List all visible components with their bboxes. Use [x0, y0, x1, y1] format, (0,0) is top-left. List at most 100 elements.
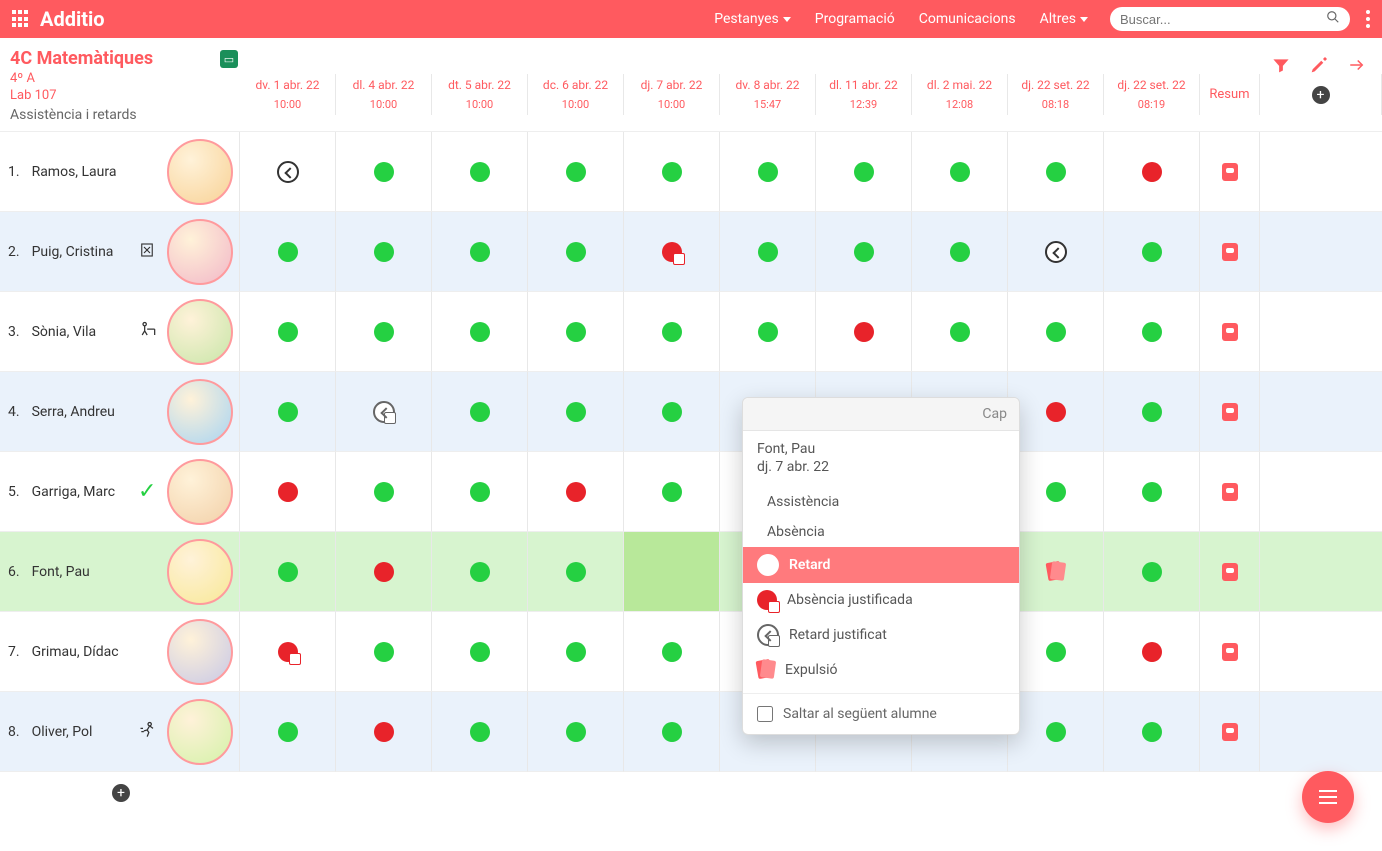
- column-header[interactable]: dc. 6 abr. 2210:00: [528, 74, 624, 115]
- attendance-cell[interactable]: [1104, 292, 1200, 372]
- attendance-cell[interactable]: [528, 212, 624, 292]
- attendance-cell[interactable]: [432, 212, 528, 292]
- summary-card-icon[interactable]: [1222, 483, 1238, 501]
- attendance-cell[interactable]: [528, 132, 624, 212]
- attendance-cell[interactable]: [432, 612, 528, 692]
- summary-card-icon[interactable]: [1222, 563, 1238, 581]
- attendance-cell[interactable]: [240, 212, 336, 292]
- attendance-cell[interactable]: [624, 372, 720, 452]
- attendance-cell[interactable]: [816, 212, 912, 292]
- option-assistencia[interactable]: Assistència: [743, 487, 1019, 517]
- student-name-cell[interactable]: 4.Serra, Andreu: [0, 372, 240, 452]
- attendance-cell[interactable]: [528, 452, 624, 532]
- attendance-cell[interactable]: [336, 532, 432, 612]
- attendance-cell[interactable]: [432, 452, 528, 532]
- attendance-cell[interactable]: [1104, 372, 1200, 452]
- attendance-cell[interactable]: [1104, 692, 1200, 772]
- student-name-cell[interactable]: 3.Sònia, Vila: [0, 292, 240, 372]
- resum-cell[interactable]: [1200, 452, 1260, 532]
- attendance-cell[interactable]: [1008, 532, 1104, 612]
- nav-pestanyes[interactable]: Pestanyes: [702, 11, 803, 27]
- student-name-cell[interactable]: 5.Garriga, Marc✓: [0, 452, 240, 532]
- nav-comunicacions[interactable]: Comunicacions: [907, 11, 1028, 27]
- add-student-button[interactable]: +: [112, 784, 130, 802]
- attendance-cell[interactable]: [1008, 612, 1104, 692]
- attendance-cell[interactable]: [912, 212, 1008, 292]
- attendance-cell[interactable]: [624, 612, 720, 692]
- attendance-cell[interactable]: [336, 132, 432, 212]
- attendance-cell[interactable]: [240, 132, 336, 212]
- attendance-cell[interactable]: [624, 452, 720, 532]
- summary-card-icon[interactable]: [1222, 643, 1238, 661]
- attendance-cell[interactable]: [336, 692, 432, 772]
- column-header[interactable]: dj. 22 set. 2208:19: [1104, 74, 1200, 115]
- summary-card-icon[interactable]: [1222, 243, 1238, 261]
- attendance-cell[interactable]: [624, 292, 720, 372]
- attendance-cell[interactable]: [1104, 132, 1200, 212]
- attendance-cell[interactable]: [912, 292, 1008, 372]
- attendance-cell[interactable]: [240, 692, 336, 772]
- attendance-cell[interactable]: [1008, 692, 1104, 772]
- popover-cap[interactable]: Cap: [743, 398, 1019, 431]
- attendance-cell[interactable]: [720, 212, 816, 292]
- attendance-cell[interactable]: [1104, 212, 1200, 292]
- student-name-cell[interactable]: 7.Grimau, Dídac: [0, 612, 240, 692]
- attendance-cell[interactable]: [1008, 132, 1104, 212]
- option-retard-justificat[interactable]: Retard justificat: [743, 617, 1019, 653]
- search-input[interactable]: [1120, 9, 1326, 30]
- summary-card-icon[interactable]: [1222, 723, 1238, 741]
- summary-card-icon[interactable]: [1222, 323, 1238, 341]
- add-column-button[interactable]: +: [1260, 74, 1382, 115]
- resum-cell[interactable]: [1200, 132, 1260, 212]
- attendance-cell[interactable]: [432, 692, 528, 772]
- attendance-cell[interactable]: [1104, 452, 1200, 532]
- search-icon[interactable]: [1326, 10, 1340, 28]
- attendance-cell[interactable]: [240, 372, 336, 452]
- attendance-cell[interactable]: [240, 612, 336, 692]
- student-name-cell[interactable]: 6.Font, Pau: [0, 532, 240, 612]
- attendance-cell[interactable]: [1104, 532, 1200, 612]
- attendance-cell[interactable]: [432, 292, 528, 372]
- attendance-cell[interactable]: [528, 532, 624, 612]
- nav-altres[interactable]: Altres: [1028, 11, 1100, 27]
- column-header[interactable]: dj. 22 set. 2208:18: [1008, 74, 1104, 115]
- student-name-cell[interactable]: 8.Oliver, Pol: [0, 692, 240, 772]
- attendance-cell[interactable]: [912, 132, 1008, 212]
- student-name-cell[interactable]: 2.Puig, Cristina: [0, 212, 240, 292]
- attendance-cell[interactable]: [336, 292, 432, 372]
- column-header[interactable]: dt. 5 abr. 2210:00: [432, 74, 528, 115]
- resum-cell[interactable]: [1200, 692, 1260, 772]
- attendance-cell[interactable]: [432, 372, 528, 452]
- attendance-cell[interactable]: [816, 292, 912, 372]
- column-header[interactable]: dv. 1 abr. 2210:00: [240, 74, 336, 115]
- attendance-cell[interactable]: [624, 132, 720, 212]
- kebab-menu-icon[interactable]: [1366, 10, 1370, 28]
- attendance-cell[interactable]: [624, 532, 720, 612]
- apps-grid-icon[interactable]: [12, 10, 30, 28]
- attendance-cell[interactable]: [432, 132, 528, 212]
- attendance-cell[interactable]: [1008, 452, 1104, 532]
- attendance-cell[interactable]: [336, 212, 432, 292]
- option-absencia-justificada[interactable]: Absència justificada: [743, 583, 1019, 617]
- resum-cell[interactable]: [1200, 292, 1260, 372]
- option-absencia[interactable]: Absència: [743, 517, 1019, 547]
- search-box[interactable]: [1110, 7, 1350, 31]
- summary-card-icon[interactable]: [1222, 403, 1238, 421]
- student-name-cell[interactable]: 1.Ramos, Laura: [0, 132, 240, 212]
- resum-cell[interactable]: [1200, 372, 1260, 452]
- attendance-cell[interactable]: [432, 532, 528, 612]
- column-header[interactable]: dl. 2 mai. 2212:08: [912, 74, 1008, 115]
- attendance-cell[interactable]: [624, 692, 720, 772]
- attendance-cell[interactable]: [240, 452, 336, 532]
- attendance-cell[interactable]: [336, 372, 432, 452]
- option-retard[interactable]: Retard: [743, 547, 1019, 583]
- attendance-cell[interactable]: [528, 372, 624, 452]
- attendance-cell[interactable]: [336, 452, 432, 532]
- attendance-cell[interactable]: [816, 132, 912, 212]
- attendance-cell[interactable]: [528, 292, 624, 372]
- attendance-cell[interactable]: [528, 692, 624, 772]
- nav-programacio[interactable]: Programació: [803, 11, 907, 27]
- attendance-cell[interactable]: [720, 132, 816, 212]
- attendance-cell[interactable]: [1008, 372, 1104, 452]
- classroom-badge-icon[interactable]: ▭: [220, 50, 238, 68]
